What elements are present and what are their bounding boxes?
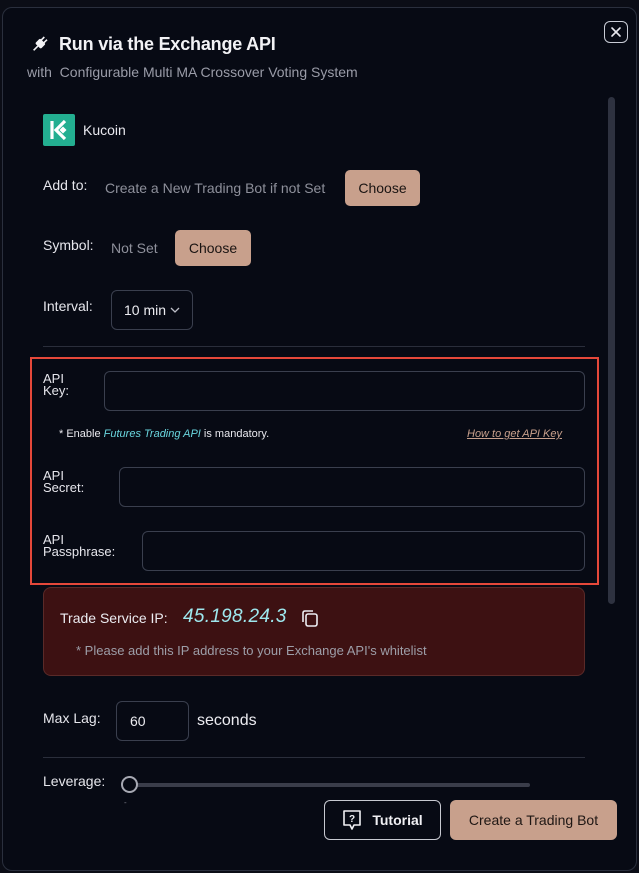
close-icon	[611, 27, 621, 37]
api-key-label: API Key:	[43, 371, 70, 398]
add-to-value: Create a New Trading Bot if not Set	[105, 180, 326, 196]
chevron-down-icon	[170, 305, 180, 316]
trade-service-panel	[43, 587, 585, 676]
scrollbar[interactable]	[608, 97, 615, 604]
symbol-label: Symbol:	[43, 237, 94, 253]
api-secret-label: API Secret:	[43, 468, 85, 495]
create-trading-bot-button[interactable]: Create a Trading Bot	[450, 800, 617, 840]
api-passphrase-input[interactable]	[142, 531, 585, 571]
api-key-input[interactable]	[104, 371, 585, 411]
modal-subtitle: with Configurable Multi MA Crossover Vot…	[27, 64, 358, 80]
trade-service-ip: 45.198.24.3	[183, 606, 287, 627]
tutorial-button[interactable]: ? Tutorial	[324, 800, 441, 840]
interval-value: 10 min	[124, 302, 167, 318]
trade-service-ip-label: Trade Service IP:	[60, 610, 168, 626]
help-icon: ?	[343, 810, 362, 830]
modal-title: Run via the Exchange API	[59, 34, 276, 54]
divider	[43, 346, 585, 347]
divider	[43, 757, 585, 758]
add-to-label: Add to:	[43, 177, 88, 193]
exchange-name: Kucoin	[83, 122, 126, 138]
futures-api-note: * Enable Futures Trading API is mandator…	[59, 428, 270, 440]
max-lag-unit: seconds	[197, 712, 257, 729]
choose-symbol-button[interactable]: Choose	[175, 230, 251, 266]
max-lag-label: Max Lag:	[43, 710, 101, 726]
api-passphrase-label: API Passphrase:	[43, 532, 116, 559]
kucoin-logo-icon	[43, 114, 75, 146]
tutorial-label: Tutorial	[372, 812, 423, 828]
interval-select[interactable]: 10 min	[111, 290, 193, 330]
close-button[interactable]	[604, 21, 628, 43]
leverage-label: Leverage:	[43, 773, 106, 789]
choose-bot-button[interactable]: Choose	[345, 170, 420, 206]
how-to-get-api-key-link[interactable]: How to get API Key	[467, 428, 562, 440]
api-secret-input[interactable]	[119, 467, 585, 507]
whitelist-note: * Please add this IP address to your Exc…	[76, 643, 427, 658]
leverage-slider-track[interactable]	[130, 783, 530, 787]
copy-icon[interactable]	[300, 608, 320, 628]
leverage-slider-thumb[interactable]	[121, 776, 138, 793]
max-lag-input[interactable]: 60	[116, 701, 189, 741]
symbol-value: Not Set	[111, 240, 158, 256]
plug-icon	[33, 36, 48, 51]
svg-text:?: ?	[349, 814, 355, 825]
interval-label: Interval:	[43, 298, 93, 314]
leverage-tick-label: -	[124, 798, 127, 807]
